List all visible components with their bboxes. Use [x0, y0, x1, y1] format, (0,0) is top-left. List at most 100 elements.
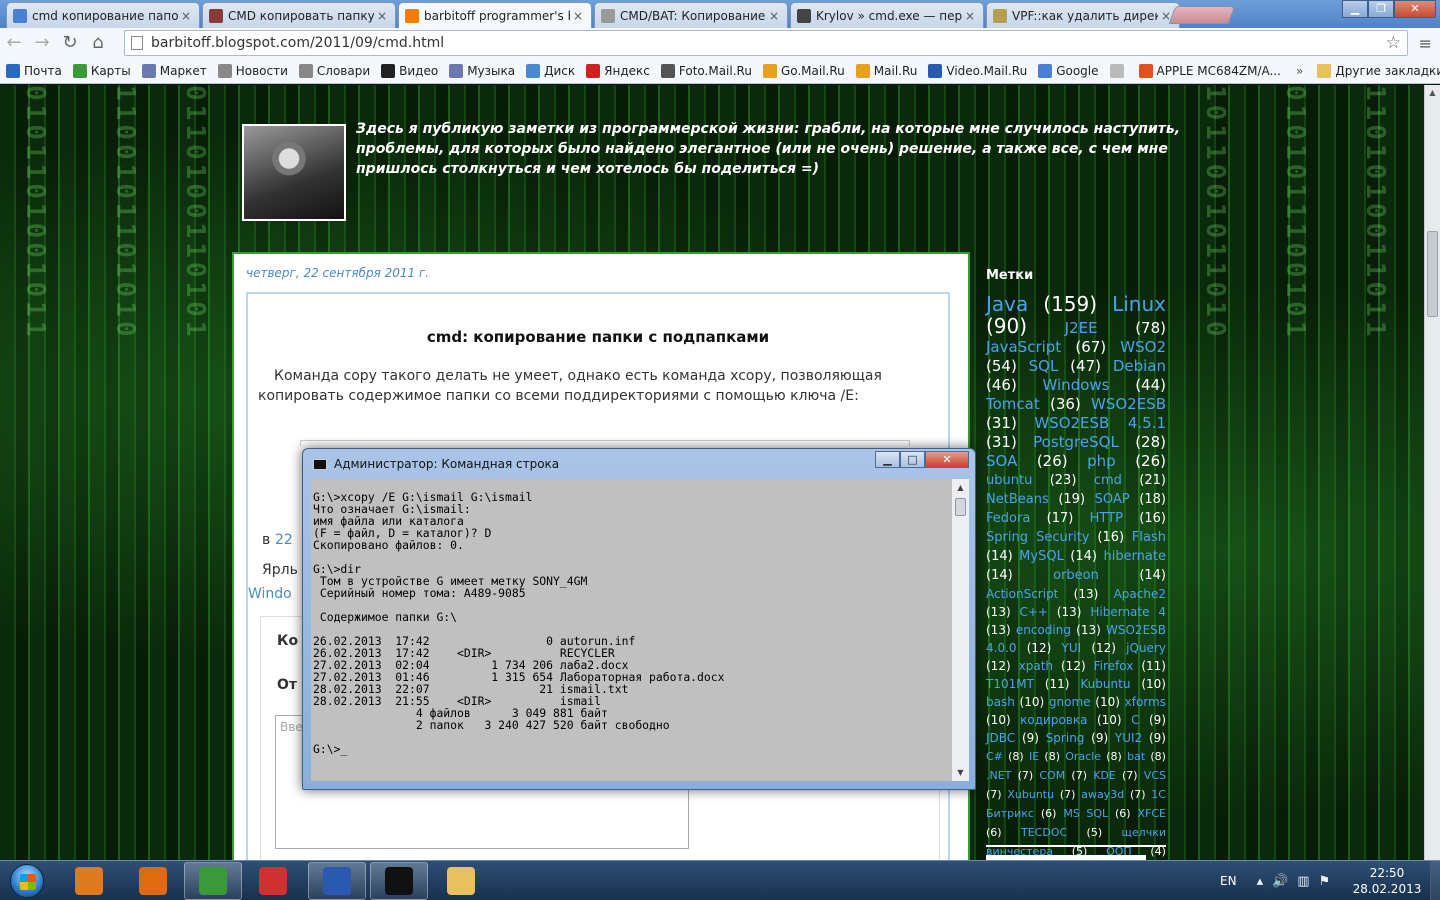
taskbar-app[interactable]	[124, 862, 182, 900]
bookmark-item[interactable]	[1109, 63, 1128, 78]
tag-link[interactable]: T101MT	[986, 677, 1034, 691]
tag-link[interactable]: PostgreSQL	[1033, 433, 1119, 451]
tag-link[interactable]: Oracle	[1065, 750, 1101, 763]
tag-link[interactable]: SOAP	[1095, 492, 1130, 507]
browser-tab[interactable]: VPF::как удалить директо×	[986, 2, 1180, 28]
tab-close-icon[interactable]: ×	[769, 9, 781, 23]
post-label-link[interactable]: Windo	[248, 586, 292, 602]
tag-link[interactable]: Xubuntu	[1007, 788, 1054, 801]
tag-link[interactable]: MS SQL	[1063, 807, 1108, 820]
bookmarks-overflow-button[interactable]: »	[1296, 64, 1303, 78]
tag-link[interactable]: JDBC	[986, 731, 1015, 745]
browser-tab[interactable]: CMD копировать папку к ×	[202, 2, 396, 28]
tag-link[interactable]: orbeon	[1053, 568, 1099, 583]
bookmark-item[interactable]: Диск	[526, 63, 575, 78]
post-footer-link[interactable]: 22	[275, 532, 293, 548]
tag-link[interactable]: Firefox	[1094, 659, 1134, 673]
menu-icon[interactable]: ≡	[1419, 34, 1432, 53]
taskbar-app[interactable]	[244, 862, 302, 900]
tag-link[interactable]: Linux	[1112, 292, 1166, 316]
forward-icon[interactable]: →	[28, 30, 56, 56]
tag-link[interactable]: SQL	[1029, 357, 1059, 375]
tag-link[interactable]: xpath	[1019, 659, 1053, 673]
language-indicator[interactable]: EN	[1220, 874, 1237, 888]
tag-link[interactable]: Java	[986, 292, 1028, 316]
tag-link[interactable]: YUI2	[1115, 731, 1142, 745]
tag-link[interactable]: TECDOC	[1021, 826, 1067, 839]
bookmark-item[interactable]: Видео	[381, 63, 438, 78]
bookmark-star-icon[interactable]: ☆	[1386, 33, 1407, 53]
author-avatar[interactable]	[242, 124, 346, 221]
maximize-button[interactable]: □	[900, 451, 925, 468]
bookmark-item[interactable]: Новости	[217, 63, 288, 78]
browser-tab[interactable]: barbitoff programmer's bl ×	[398, 2, 592, 29]
cmd-console[interactable]: G:\>xcopy /E G:\ismail G:\ismail Что озн…	[311, 479, 959, 781]
tab-close-icon[interactable]: ×	[965, 9, 977, 23]
clock[interactable]: 22:50 28.02.2013	[1352, 865, 1422, 897]
tag-link[interactable]: encoding	[1016, 623, 1071, 637]
bookmark-item[interactable]: Foto.Mail.Ru	[660, 63, 752, 78]
maximize-button[interactable]: ❐	[1368, 0, 1394, 18]
tag-link[interactable]: WSO2ESB 4.5.1	[1034, 414, 1166, 432]
cmd-titlebar[interactable]: Администратор: Командная строка ▁ □ ✕	[303, 449, 975, 479]
minimize-button[interactable]: ▁	[875, 451, 900, 468]
tag-link[interactable]: IE	[1029, 750, 1039, 763]
tag-link[interactable]: C++	[1020, 605, 1049, 619]
taskbar-app[interactable]	[184, 862, 242, 900]
taskbar-app[interactable]	[370, 862, 428, 900]
taskbar-app[interactable]	[308, 862, 366, 900]
action-center-icon[interactable]: ⚑	[1319, 874, 1331, 889]
bookmark-item[interactable]: Яндекс	[586, 63, 650, 78]
tag-link[interactable]: NetBeans	[986, 492, 1049, 507]
tag-link[interactable]: jQuery	[1126, 641, 1166, 655]
tag-link[interactable]: bat	[1127, 750, 1145, 763]
tag-link[interactable]: Kubuntu	[1080, 677, 1130, 691]
tag-link[interactable]: Fedora	[986, 511, 1030, 526]
close-button[interactable]: ✕	[925, 451, 969, 468]
tag-link[interactable]: Apache2	[1114, 587, 1166, 601]
bookmark-item[interactable]: Маркет	[141, 63, 207, 78]
tag-link[interactable]: Spring	[1046, 731, 1085, 745]
scroll-thumb[interactable]	[1427, 231, 1438, 317]
bookmark-item[interactable]: Google	[1038, 63, 1099, 78]
taskbar-app[interactable]	[60, 862, 118, 900]
cmd-scrollbar[interactable]: ▲ ▼	[951, 479, 969, 781]
tag-link[interactable]: php	[1087, 452, 1116, 470]
tag-link[interactable]: Hibernate 4	[1090, 605, 1166, 619]
close-window-button[interactable]: ✕	[1394, 0, 1436, 18]
bookmark-item[interactable]: Почта	[6, 63, 62, 78]
tag-link[interactable]: .NET	[986, 769, 1011, 782]
tag-link[interactable]: JavaScript	[986, 338, 1061, 356]
back-icon[interactable]: ←	[0, 30, 28, 56]
tag-link[interactable]: VCS	[1144, 769, 1166, 782]
tag-link[interactable]: кодировка	[1020, 713, 1087, 727]
tag-link[interactable]: SOA	[986, 452, 1017, 470]
taskbar-app[interactable]	[432, 862, 490, 900]
tag-link[interactable]: Windows	[1043, 376, 1110, 394]
show-desktop-button[interactable]	[1430, 861, 1440, 900]
volume-icon[interactable]: 🔊	[1272, 874, 1288, 889]
home-icon[interactable]: ⌂	[84, 30, 112, 56]
tag-link[interactable]: KDE	[1093, 769, 1116, 782]
bookmark-item[interactable]: Словари	[298, 63, 370, 78]
tag-link[interactable]: Debian	[1113, 357, 1166, 375]
tag-link[interactable]: ubuntu	[986, 473, 1032, 488]
tag-link[interactable]: COM	[1039, 769, 1065, 782]
start-button[interactable]	[2, 862, 54, 900]
other-bookmarks-folder[interactable]: Другие закладки	[1317, 63, 1440, 78]
tag-link[interactable]: MySQL	[1019, 549, 1064, 564]
url-text[interactable]: barbitoff.blogspot.com/2011/09/cmd.html	[151, 35, 1386, 51]
tab-close-icon[interactable]: ×	[573, 9, 585, 23]
tag-link[interactable]: gnome	[1049, 695, 1091, 709]
tag-link[interactable]: cmd	[1094, 473, 1122, 488]
scroll-up-icon[interactable]: ▲	[1425, 85, 1440, 101]
bookmark-item[interactable]: Музыка	[449, 63, 515, 78]
tag-link[interactable]: bash	[986, 695, 1015, 709]
tray-arrow-icon[interactable]: ▴	[1257, 874, 1264, 889]
post-title[interactable]: cmd: копирование папки с подпапками	[248, 328, 948, 346]
page-scrollbar[interactable]: ▲	[1424, 85, 1440, 860]
tag-link[interactable]: WSO2	[1120, 338, 1166, 356]
tag-link[interactable]: Spring Security	[986, 530, 1090, 545]
bookmark-item[interactable]: APPLE MC684ZM/A...	[1138, 63, 1281, 78]
browser-tab[interactable]: CMD/BAT: Копирование ×	[594, 2, 788, 28]
